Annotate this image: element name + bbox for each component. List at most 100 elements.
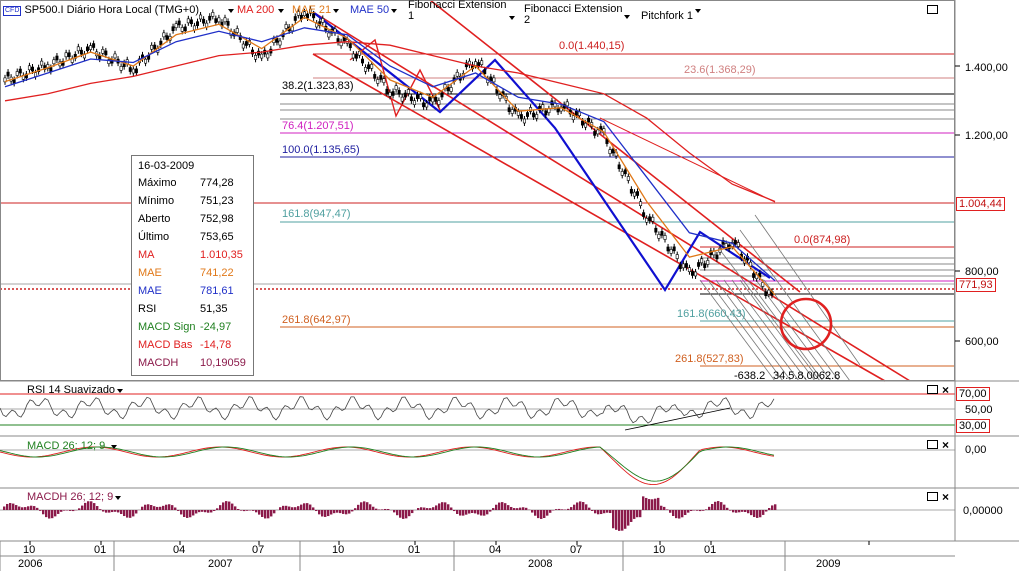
legend-ma200[interactable]: MA 200 — [237, 4, 274, 16]
macdh-bar — [123, 510, 126, 517]
macdh-bar — [558, 508, 561, 510]
macdh-bar — [378, 509, 381, 510]
candle-body — [736, 242, 740, 247]
info-row-value: 10,19059 — [200, 357, 246, 369]
candle-body — [18, 68, 22, 74]
macdh-bar — [669, 510, 672, 513]
candle-body — [617, 164, 621, 170]
macdh-bar — [183, 510, 186, 517]
candle-body — [651, 216, 655, 222]
macdh-bar — [591, 510, 594, 511]
legend-fib-ext-1[interactable]: Fibonacci Extension 1 — [408, 0, 512, 22]
macdh-bar — [618, 510, 621, 531]
candle-body — [211, 12, 215, 17]
macdh-bar — [153, 506, 156, 510]
symbol-badge[interactable]: CFD SP500.I Diário Hora Local (TMG+0) — [3, 4, 199, 16]
candle-body — [415, 94, 419, 99]
macdh-bar — [120, 510, 123, 515]
candle-body — [635, 191, 639, 196]
macdh-bar — [534, 510, 537, 516]
macdh-bar — [714, 501, 717, 510]
macdh-bar — [318, 510, 321, 515]
legend-pitchfork[interactable]: Pitchfork 1 — [641, 10, 693, 22]
mae21-dropdown-icon[interactable] — [331, 5, 341, 15]
info-row-label: MAE — [138, 285, 162, 297]
fib-label-100: 100.0(1.135,65) — [282, 144, 360, 156]
candle-body — [403, 92, 407, 98]
candle-body — [199, 14, 203, 20]
info-row: Mínimo 751,23 — [132, 192, 253, 210]
candle-body — [55, 55, 59, 61]
rsi-close-icon[interactable]: × — [942, 384, 949, 396]
macdh-bar — [462, 510, 465, 516]
candle-body — [30, 66, 34, 72]
mae50-dropdown-icon[interactable] — [389, 5, 399, 15]
chart-title-dropdown-icon[interactable] — [226, 5, 236, 15]
macdh-bar — [480, 510, 483, 516]
macdh-close-icon[interactable]: × — [942, 491, 949, 503]
candle-body — [419, 94, 423, 99]
fib-label-0: 0.0(1.440,15) — [559, 40, 625, 52]
macdh-bar — [39, 510, 42, 511]
candle-body — [86, 46, 90, 52]
macdh-bar — [360, 502, 363, 510]
candle-body — [498, 94, 502, 99]
macdh-bar — [201, 510, 204, 512]
macdh-bar — [636, 510, 639, 518]
rsi-line — [0, 396, 775, 424]
macdh-bar — [504, 503, 507, 510]
macdh-bar — [81, 505, 84, 510]
candle-body — [706, 260, 710, 265]
macdh-bar — [111, 510, 114, 513]
rsi-dropdown-icon[interactable] — [115, 385, 125, 395]
macdh-bar — [345, 510, 348, 515]
macdh-bar — [309, 504, 312, 510]
candle-body — [217, 17, 221, 23]
time-tick-year: 2008 — [528, 558, 553, 570]
macdh-bar — [306, 503, 309, 510]
fib-ext-2-dropdown-icon[interactable] — [622, 11, 632, 21]
candle-body — [214, 18, 218, 23]
macdh-bar — [492, 508, 495, 510]
candle-body — [6, 71, 10, 77]
candle-body — [574, 110, 578, 116]
macdh-title[interactable]: MACDH 26; 12; 9 — [27, 491, 113, 503]
macdh-maximize-icon[interactable] — [927, 492, 938, 501]
info-row-value: -14,78 — [200, 339, 232, 351]
maximize-main-panel-icon[interactable] — [927, 5, 938, 14]
macdh-bar — [600, 510, 603, 515]
rsi-title[interactable]: RSI 14 Suavizado — [27, 384, 115, 396]
fib-ext-1-dropdown-icon[interactable] — [507, 12, 517, 22]
candle-body — [480, 60, 484, 65]
macd-close-icon[interactable]: × — [942, 439, 949, 451]
candle-body — [174, 23, 178, 29]
legend-fib-ext-2[interactable]: Fibonacci Extension 2 — [524, 4, 628, 26]
legend-mae50[interactable]: MAE 50 — [350, 4, 389, 16]
legend-mae21[interactable]: MAE 21 — [292, 4, 331, 16]
ma200-dropdown-icon[interactable] — [276, 5, 286, 15]
macdh-bar — [756, 510, 759, 518]
macdh-bar — [612, 510, 615, 529]
macd-maximize-icon[interactable] — [927, 440, 938, 449]
macd-dropdown-icon[interactable] — [109, 441, 119, 451]
time-tick-month: 01 — [408, 544, 421, 556]
fib-label-1618: 161.8(947,47) — [282, 208, 351, 220]
pitchfork-dropdown-icon[interactable] — [693, 5, 703, 15]
macdh-bar — [573, 504, 576, 510]
candle-body — [144, 58, 148, 64]
info-row-value: 51,35 — [200, 303, 228, 315]
rsi-maximize-icon[interactable] — [927, 385, 938, 394]
candle-body — [244, 41, 248, 46]
candle-body — [544, 110, 548, 116]
candle-body — [92, 43, 96, 48]
price-tick-600: 600,00 — [965, 336, 999, 348]
candle-body — [678, 264, 682, 269]
candle-body — [654, 227, 658, 233]
candle-body — [119, 66, 123, 71]
candle-body — [101, 49, 105, 54]
macdh-dropdown-icon[interactable] — [113, 492, 123, 502]
candle-body — [565, 101, 569, 107]
macd-title[interactable]: MACD 26; 12; 9 — [27, 440, 105, 452]
candle-body — [580, 120, 584, 126]
candle-body — [519, 114, 523, 119]
